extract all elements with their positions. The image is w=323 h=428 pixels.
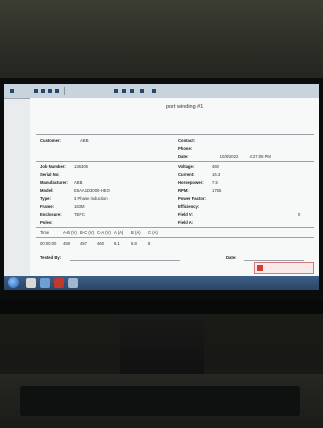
alert-icon: [257, 265, 263, 272]
report-document: port winding #1 Customer: ABB Contact: P…: [30, 98, 319, 276]
start-button[interactable]: [8, 277, 19, 288]
table-cell: 460: [97, 241, 104, 246]
field-value: TEFC: [74, 212, 85, 217]
field-label: Current:: [178, 172, 195, 177]
field-value: 7.5: [212, 180, 218, 185]
field-row: Job Number: 136306: [40, 164, 88, 169]
taskbar: [4, 276, 319, 290]
next-page-icon[interactable]: [48, 89, 52, 93]
table-cell: 457: [80, 241, 87, 246]
signature-line: [70, 260, 180, 261]
table-header-cell: B (A): [131, 230, 141, 235]
table-header-cell: B-C (V): [80, 230, 94, 235]
monitor-chin: [0, 300, 323, 314]
field-value: ABB: [74, 180, 83, 185]
report-title: port winding #1: [166, 104, 204, 110]
monitor-stand: [120, 314, 204, 374]
field-value: E5AA1D3000-HEO: [74, 188, 110, 193]
field-label: Horsepower:: [178, 180, 204, 185]
keyboard: [20, 386, 300, 416]
previous-page-icon[interactable]: [41, 89, 45, 93]
table-cell: 8.8: [131, 241, 137, 246]
field-label: Poles:: [40, 220, 53, 225]
field-label: Type:: [40, 196, 51, 201]
notification-toast[interactable]: [254, 262, 314, 274]
field-row: Frame: 163M: [40, 204, 84, 209]
export-icon[interactable]: [130, 89, 134, 93]
table-header-cell: C-A (V): [97, 230, 111, 235]
footer-date-row: Date:: [226, 255, 237, 260]
monitor-screen: port winding #1 Customer: ABB Contact: P…: [4, 84, 319, 290]
field-row: Field V: 0: [178, 212, 300, 217]
tested-by-row: Tested By:: [40, 255, 62, 260]
folder-icon[interactable]: [68, 278, 78, 288]
table-header-cell: Time: [40, 230, 50, 235]
field-label: Serial No:: [40, 172, 60, 177]
divider: [36, 161, 314, 162]
field-label: Power Factor:: [178, 196, 206, 201]
background-wall: [0, 0, 323, 80]
field-label: Model:: [40, 188, 54, 193]
field-label: Field V:: [178, 212, 193, 217]
zoom-icon[interactable]: [122, 89, 126, 93]
field-label: Manufacturer:: [40, 180, 68, 185]
field-value: 163M: [74, 204, 85, 209]
field-extra: 0: [298, 212, 301, 217]
table-cell: 00:00:00: [40, 241, 57, 246]
field-label: Efficiency:: [178, 204, 200, 209]
field-value: 136306: [74, 164, 88, 169]
browser-icon[interactable]: [40, 278, 50, 288]
contact-row: Contact:: [178, 138, 195, 143]
customer-row: Customer: ABB: [40, 138, 89, 143]
field-label: Voltage:: [178, 164, 195, 169]
phone-row: Phone:: [178, 146, 193, 151]
toolbar-icon[interactable]: [10, 89, 14, 93]
field-value: 16.3: [212, 172, 221, 177]
field-row: Field A:: [178, 220, 193, 225]
divider: [36, 227, 314, 228]
field-row: RPM: 1755: [178, 188, 221, 193]
search-icon[interactable]: [152, 89, 156, 93]
last-page-icon[interactable]: [55, 89, 59, 93]
field-row: Enclosure: TEFC: [40, 212, 85, 217]
print-icon[interactable]: [114, 89, 118, 93]
table-header-cell: A (A): [114, 230, 124, 235]
table-header-cell: A-B (V): [63, 230, 77, 235]
date-line: [244, 260, 304, 261]
viewer-toolbar: [4, 84, 319, 99]
field-row: Serial No:: [40, 172, 60, 177]
field-row: Poles:: [40, 220, 53, 225]
field-value: 3 Phase Induction: [74, 196, 108, 201]
field-row: Horsepower: 7.5: [178, 180, 218, 185]
divider: [36, 134, 314, 135]
field-row: Manufacturer: ABB: [40, 180, 82, 185]
first-page-icon[interactable]: [34, 89, 38, 93]
table-cell: 8.1: [114, 241, 120, 246]
field-label: Job Number:: [40, 164, 66, 169]
table-cell: 459: [63, 241, 70, 246]
divider: [36, 237, 314, 238]
toolbar-separator: [64, 87, 65, 95]
field-label: Field A:: [178, 220, 194, 225]
table-header-cell: C (A): [148, 230, 158, 235]
field-label: Frame:: [40, 204, 54, 209]
report-app-icon[interactable]: [54, 278, 64, 288]
field-value: 1755: [212, 188, 222, 193]
field-label: RPM:: [178, 188, 189, 193]
date-row: Date: 10/8/2022 4:27:08 PM: [178, 154, 271, 159]
page-setup-icon[interactable]: [140, 89, 144, 93]
field-row: Type: 3 Phase Induction: [40, 196, 108, 201]
field-value: 460: [212, 164, 219, 169]
explorer-icon[interactable]: [26, 278, 36, 288]
field-label: Enclosure:: [40, 212, 62, 217]
field-row: Efficiency:: [178, 204, 199, 209]
table-cell: 8: [148, 241, 151, 246]
field-row: Current: 16.3: [178, 172, 220, 177]
field-row: Voltage: 460: [178, 164, 219, 169]
field-row: Model: E5AA1D3000-HEO: [40, 188, 110, 193]
field-row: Power Factor:: [178, 196, 206, 201]
